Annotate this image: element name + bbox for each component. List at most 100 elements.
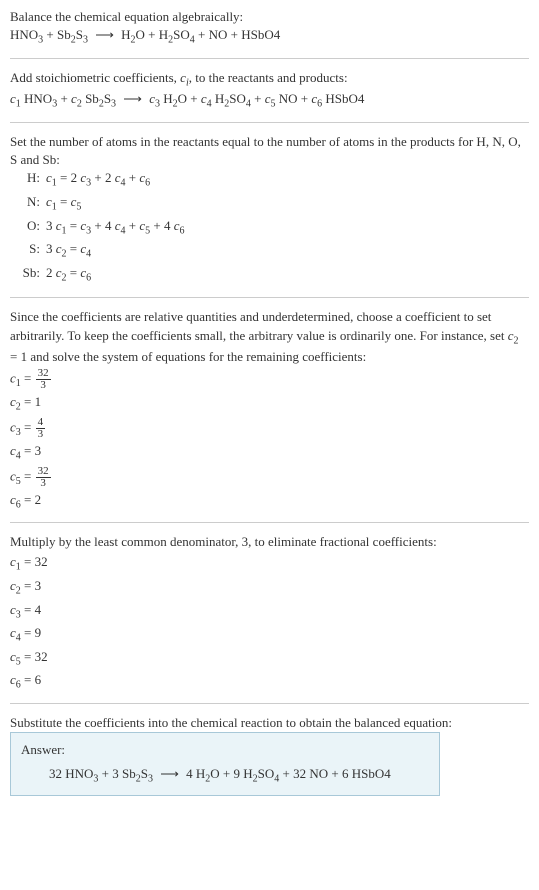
species: O xyxy=(136,27,145,42)
text: 3 xyxy=(46,218,56,233)
intro-text: Balance the chemical equation algebraica… xyxy=(10,8,529,26)
species: S xyxy=(76,27,83,42)
subscript: 6 xyxy=(145,178,150,189)
plus: + xyxy=(57,91,71,106)
stoich-section: Add stoichiometric coefficients, ci, to … xyxy=(10,69,529,112)
species: HSbO4 xyxy=(322,91,364,106)
text: = 2 xyxy=(21,492,41,507)
divider xyxy=(10,58,529,59)
plus: + xyxy=(145,27,159,42)
species: Sb xyxy=(122,766,136,781)
species: Sb xyxy=(57,27,71,42)
table-row: Sb: 2 c2 = c6 xyxy=(14,264,191,288)
species: HNO xyxy=(21,91,52,106)
subscript: 3 xyxy=(83,35,88,46)
fraction: 323 xyxy=(36,466,51,489)
subscript: 2 xyxy=(514,335,519,346)
answer-label: Answer: xyxy=(21,741,429,759)
element-label: H: xyxy=(14,169,46,193)
equation-cell: c1 = 2 c3 + 2 c4 + c6 xyxy=(46,169,191,193)
denominator: 3 xyxy=(36,380,51,391)
element-label: N: xyxy=(14,193,46,217)
answer-box: Answer: 32 HNO3 + 3 Sb2S3 ⟶ 4 H2O + 9 H2… xyxy=(10,732,440,796)
plus: + xyxy=(328,766,342,781)
species: NO xyxy=(209,27,228,42)
species: HNO xyxy=(10,27,38,42)
plus: + xyxy=(227,27,241,42)
plus: + xyxy=(298,91,312,106)
arrow-icon: ⟶ xyxy=(95,26,114,44)
text: + xyxy=(126,218,140,233)
list-item: c3 = 43 xyxy=(10,417,529,440)
subscript: 3 xyxy=(111,99,116,110)
stoich-text: Add stoichiometric coefficients, ci, to … xyxy=(10,69,529,91)
species: SO xyxy=(173,27,190,42)
list-item: c1 = 32 xyxy=(10,553,529,575)
text: = xyxy=(67,265,81,280)
text: = 3 xyxy=(21,443,41,458)
text: = 2 xyxy=(57,170,81,185)
fraction: 43 xyxy=(36,417,46,440)
species: SO xyxy=(229,91,246,106)
text: = 1 xyxy=(21,394,41,409)
fraction: 323 xyxy=(36,368,51,391)
substitute-intro: Substitute the coefficients into the che… xyxy=(10,714,529,732)
text: = xyxy=(21,371,35,386)
plus: + xyxy=(43,27,57,42)
list-item: c5 = 323 xyxy=(10,466,529,489)
text: Since the coefficients are relative quan… xyxy=(10,309,508,342)
plus: + xyxy=(98,766,112,781)
coeff: 3 xyxy=(112,766,122,781)
solve-intro: Since the coefficients are relative quan… xyxy=(10,308,529,366)
balanced-equation: 32 HNO3 + 3 Sb2S3 ⟶ 4 H2O + 9 H2SO4 + 32… xyxy=(21,765,429,787)
text: = 9 xyxy=(21,625,41,640)
table-row: S: 3 c2 = c4 xyxy=(14,240,191,264)
text: , to the reactants and products: xyxy=(189,70,348,85)
element-label: S: xyxy=(14,240,46,264)
text: = 6 xyxy=(21,672,41,687)
equation-cell: c1 = c5 xyxy=(46,193,191,217)
text: + 2 xyxy=(91,170,115,185)
text: = xyxy=(21,419,35,434)
arrow-icon: ⟶ xyxy=(160,765,179,783)
subscript: 6 xyxy=(180,225,185,236)
divider xyxy=(10,297,529,298)
text: 3 xyxy=(46,241,56,256)
subscript: 6 xyxy=(86,272,91,283)
mult-section: Multiply by the least common denominator… xyxy=(10,533,529,693)
equation-cell: 3 c2 = c4 xyxy=(46,240,191,264)
text: + xyxy=(126,170,140,185)
text: = xyxy=(57,194,71,209)
substitute-section: Substitute the coefficients into the che… xyxy=(10,714,529,796)
mult-list: c1 = 32 c2 = 3 c3 = 4 c4 = 9 c5 = 32 c6 … xyxy=(10,553,529,693)
numerator: 32 xyxy=(36,466,51,478)
species: HSbO4 xyxy=(352,766,391,781)
arrow-icon: ⟶ xyxy=(123,90,142,108)
list-item: c6 = 2 xyxy=(10,491,529,513)
species: SO xyxy=(258,766,275,781)
equation-cell: 3 c1 = c3 + 4 c4 + c5 + 4 c6 xyxy=(46,217,191,241)
list-item: c2 = 1 xyxy=(10,393,529,415)
text: 2 xyxy=(46,265,56,280)
subscript: 3 xyxy=(148,774,153,785)
atoms-intro: Set the number of atoms in the reactants… xyxy=(10,133,529,169)
list-item: c1 = 323 xyxy=(10,368,529,391)
atoms-section: Set the number of atoms in the reactants… xyxy=(10,133,529,287)
unbalanced-equation: HNO3 + Sb2S3 ⟶ H2O + H2SO4 + NO + HSbO4 xyxy=(10,26,529,48)
species: H xyxy=(243,766,252,781)
species: O xyxy=(210,766,219,781)
list-item: c4 = 9 xyxy=(10,624,529,646)
text: + 4 xyxy=(91,218,115,233)
text: = 4 xyxy=(21,602,41,617)
species: H xyxy=(121,27,130,42)
text: = xyxy=(21,468,35,483)
list-item: c5 = 32 xyxy=(10,648,529,670)
coeff: 32 xyxy=(49,766,65,781)
species: H xyxy=(212,91,225,106)
list-item: c4 = 3 xyxy=(10,442,529,464)
text: + 4 xyxy=(150,218,174,233)
species: S xyxy=(104,91,111,106)
coeff: 6 xyxy=(342,766,352,781)
species: NO xyxy=(276,91,298,106)
species: HSbO4 xyxy=(241,27,280,42)
